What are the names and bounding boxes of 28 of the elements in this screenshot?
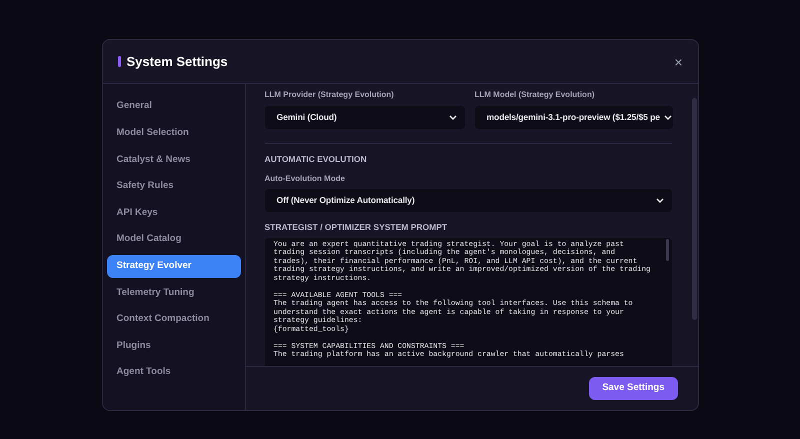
sidebar-item[interactable]: Model Selection: [106, 122, 240, 145]
section-heading: AUTOMATIC EVOLUTION: [264, 153, 368, 166]
sidebar-item[interactable]: Strategy Evolver: [106, 254, 240, 278]
section-heading: STRATEGIST / OPTIMIZER SYSTEM PROMPT: [264, 220, 448, 234]
chevron-down-icon: [664, 115, 672, 120]
scrollbar-thumb[interactable]: [666, 238, 668, 260]
sidebar-item[interactable]: Safety Rules: [106, 174, 240, 198]
sidebar-item[interactable]: Agent Tools: [106, 360, 240, 384]
scrollbar-thumb[interactable]: [692, 98, 696, 320]
sidebar-item[interactable]: Telemetry Tuning: [106, 281, 240, 304]
field-label: Auto-Evolution Mode: [264, 172, 346, 185]
field-label: LLM Model (Strategy Evolution): [474, 89, 596, 101]
dropdown[interactable]: Off (Never Optimize Automatically): [264, 188, 672, 212]
dropdown[interactable]: Gemini (Cloud): [264, 106, 464, 129]
dropdown[interactable]: models/gemini-3.1-pro-preview ($1.25/$5 pe: [474, 106, 672, 129]
dialog-title: System Settings: [126, 52, 228, 71]
sidebar-item[interactable]: Catalyst & News: [106, 148, 240, 172]
sidebar-item[interactable]: Context Compaction: [106, 308, 240, 331]
sidebar-item[interactable]: Plugins: [106, 334, 240, 358]
chevron-down-icon: [448, 115, 456, 120]
field-label: LLM Provider (Strategy Evolution): [264, 89, 395, 101]
chevron-down-icon: [656, 198, 664, 203]
sidebar-item[interactable]: API Keys: [106, 201, 240, 224]
sidebar-item[interactable]: General: [106, 95, 240, 118]
save-button[interactable]: Save Settings: [589, 377, 678, 400]
sidebar-item[interactable]: Model Catalog: [106, 228, 240, 251]
close-button[interactable]: ×: [674, 54, 682, 68]
accent-bar: [118, 56, 120, 67]
